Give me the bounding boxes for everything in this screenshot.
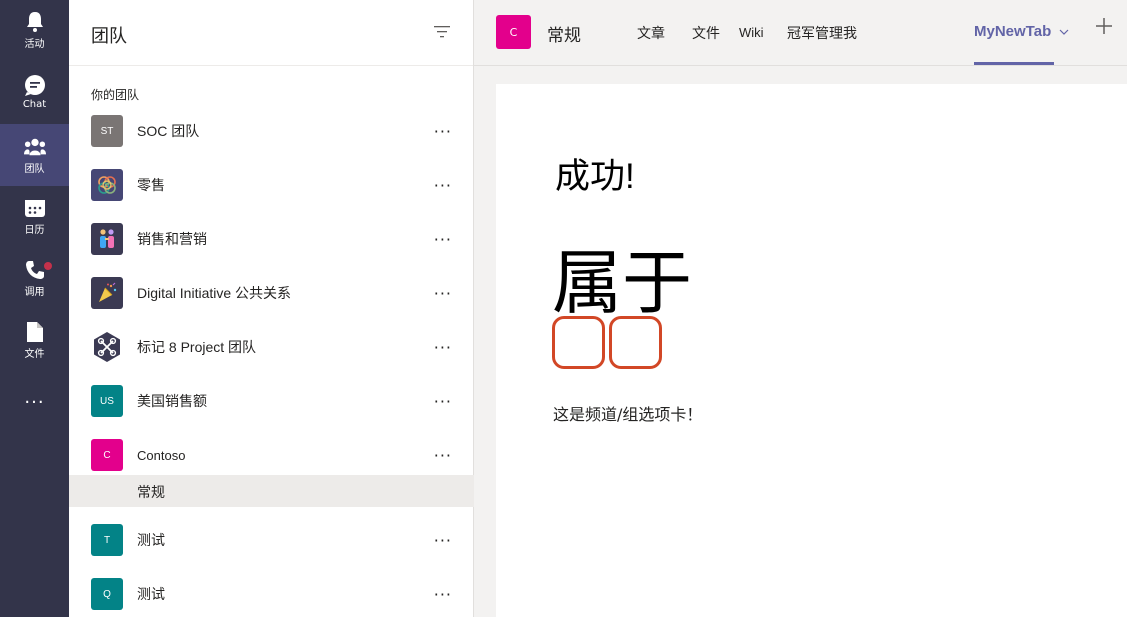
team-avatar: US [91, 385, 123, 417]
tab-content: 成功! 属于 这是频道/组选项卡！ [496, 84, 1127, 617]
tab-label: MyNewTab [974, 23, 1052, 40]
team-name: Digital Initiative 公共关系 [137, 285, 292, 301]
team-row[interactable]: T 测试 ··· [69, 517, 474, 563]
rail-calendar[interactable]: 日历 [0, 186, 69, 246]
highlight-box [609, 316, 662, 369]
rail-label: 调用 [24, 286, 45, 298]
panel-header: 团队 [69, 0, 473, 66]
channel-avatar: C [496, 15, 531, 49]
active-tab-indicator [974, 62, 1054, 65]
team-row[interactable]: C Contoso ··· [69, 432, 474, 478]
team-name: 测试 [137, 532, 165, 548]
more-options-button[interactable]: ··· [434, 446, 452, 465]
chevron-down-icon [1059, 29, 1069, 35]
more-options-button[interactable]: ··· [434, 531, 452, 550]
tab-mynewtab[interactable]: MyNewTab [974, 23, 1069, 40]
teams-icon [23, 136, 46, 158]
more-options-button[interactable]: ··· [434, 122, 452, 141]
calendar-icon [24, 197, 46, 219]
more-options-button[interactable]: ··· [434, 230, 452, 249]
rail-chat[interactable]: Chat [0, 62, 69, 122]
team-row[interactable]: Digital Initiative 公共关系 ··· [69, 270, 474, 316]
file-icon [24, 321, 46, 343]
success-heading: 成功! [555, 157, 635, 196]
bell-icon [24, 11, 46, 33]
team-avatar: Q [91, 578, 123, 610]
rail-label: 文件 [24, 348, 45, 360]
team-row[interactable]: Q 测试 ··· [69, 571, 474, 617]
team-avatar: ST [91, 115, 123, 147]
team-row[interactable]: US 美国销售额 ··· [69, 378, 474, 424]
more-options-button[interactable]: ··· [434, 585, 452, 604]
team-name: 标记 8 Project 团队 [137, 339, 257, 355]
team-name: 零售 [137, 177, 165, 193]
team-name: 销售和营销 [137, 231, 207, 247]
notification-dot [44, 262, 52, 270]
people-logo-icon [100, 229, 114, 248]
highlight-box [552, 316, 605, 369]
teams-panel: 团队 你的团队 ST SOC 团队 ··· 零售 ··· 销售和营销 ··· D… [69, 0, 474, 617]
tab-posts[interactable]: 文章 [637, 23, 665, 43]
rail-files[interactable]: 文件 [0, 310, 69, 370]
team-row[interactable]: 销售和营销 ··· [69, 216, 474, 262]
drone-logo-icon [94, 332, 120, 362]
team-name: 测试 [137, 586, 165, 602]
more-apps-button[interactable]: ··· [0, 392, 69, 422]
more-options-button[interactable]: ··· [434, 338, 452, 357]
app-rail: 活动 Chat 团队 日历 调用 文件 ··· [0, 0, 69, 617]
team-avatar [91, 169, 123, 201]
party-popper-icon [99, 282, 117, 302]
team-avatar [91, 277, 123, 309]
team-name: 美国销售额 [137, 393, 207, 409]
add-tab-icon[interactable] [1094, 16, 1114, 36]
rail-activity[interactable]: 活动 [0, 0, 69, 60]
team-row[interactable]: 零售 ··· [69, 162, 474, 208]
tab-description: 这是频道/组选项卡！ [553, 405, 703, 424]
tab-wiki[interactable]: Wiki [739, 25, 764, 40]
panel-title: 团队 [91, 26, 127, 47]
team-avatar [91, 223, 123, 255]
section-label: 你的团队 [91, 88, 140, 102]
tab-files[interactable]: 文件 [692, 23, 720, 43]
channel-header: C 常规 文章 文件 Wiki 冠军管理我 MyNewTab [474, 0, 1127, 66]
more-options-button[interactable]: ··· [434, 284, 452, 303]
team-name: Contoso [137, 447, 186, 463]
big-heading: 属于 [552, 242, 692, 324]
team-avatar: C [91, 439, 123, 471]
more-options-button[interactable]: ··· [434, 392, 452, 411]
rail-label: 团队 [24, 163, 45, 175]
team-row[interactable]: 标记 8 Project 团队 ··· [69, 324, 474, 370]
retail-logo-icon [98, 176, 116, 194]
channel-name: 常规 [137, 485, 165, 501]
rail-label: 日历 [24, 224, 45, 236]
channel-item-general[interactable]: 常规 [69, 475, 474, 507]
phone-icon [24, 259, 46, 281]
more-options-button[interactable]: ··· [434, 176, 452, 195]
filter-icon[interactable] [433, 24, 451, 38]
rail-label: Chat [22, 98, 47, 110]
rail-calls[interactable]: 调用 [0, 248, 69, 308]
tab-champion[interactable]: 冠军管理我 [787, 23, 857, 43]
rail-label: 活动 [24, 38, 45, 50]
team-avatar [91, 331, 123, 363]
channel-title: 常规 [547, 26, 581, 46]
team-row[interactable]: ST SOC 团队 ··· [69, 108, 474, 154]
rail-teams[interactable]: 团队 [0, 124, 69, 186]
chat-icon [24, 74, 46, 97]
team-avatar: T [91, 524, 123, 556]
team-name: SOC 团队 [137, 123, 200, 139]
